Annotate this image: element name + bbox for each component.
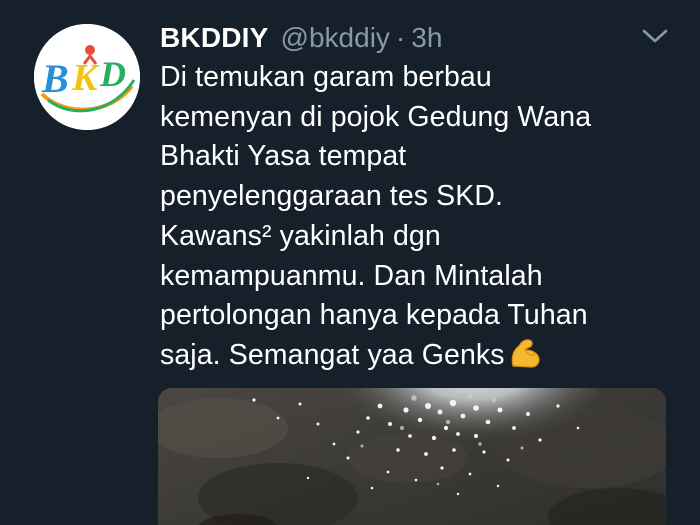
- tweet-text-line: kemenyan di pojok Gedung Wana: [160, 100, 592, 133]
- tweet-text-line: kemampuanmu. Dan Mintalah: [160, 259, 543, 292]
- tweet[interactable]: B K D BKDDIY @bkddiy · 3h Di temukan gar…: [0, 0, 700, 525]
- flexed-biceps-icon: [507, 336, 543, 382]
- user-handle[interactable]: @bkddiy: [281, 22, 390, 54]
- tweet-text-line: pertolongan hanya kepada Tuhan: [160, 299, 588, 332]
- tweet-text-line: Bhakti Yasa tempat: [160, 140, 407, 173]
- display-name[interactable]: BKDDIY: [160, 22, 269, 54]
- timestamp[interactable]: 3h: [411, 22, 442, 54]
- tweet-text-line-last: saja. Semangat yaa Genks: [160, 336, 660, 382]
- tweet-text: Di temukan garam berbau kemenyan di pojo…: [160, 58, 660, 382]
- svg-text:D: D: [99, 54, 126, 94]
- tweet-text-line: Di temukan garam berbau: [160, 61, 492, 93]
- svg-text:B: B: [41, 56, 69, 101]
- tweet-media-photo[interactable]: [158, 388, 666, 525]
- chevron-down-icon[interactable]: [640, 26, 670, 46]
- bkd-logo: B K D: [34, 24, 140, 130]
- tweet-text-line: saja. Semangat yaa Genks: [160, 338, 505, 371]
- tweet-text-line: penyelenggaraan tes SKD.: [160, 180, 504, 213]
- avatar[interactable]: B K D: [34, 24, 140, 130]
- tweet-text-line: Kawans² yakinlah dgn: [160, 219, 441, 252]
- tweet-header: BKDDIY @bkddiy · 3h: [160, 18, 442, 58]
- separator: ·: [395, 22, 406, 53]
